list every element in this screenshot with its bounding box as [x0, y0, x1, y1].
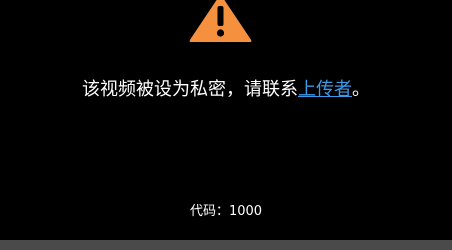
error-message: 该视频被设为私密，请联系上传者。: [0, 77, 452, 103]
error-code: 代码：1000: [0, 203, 452, 221]
error-message-text: 该视频被设为私密，请联系: [82, 79, 298, 100]
uploader-link[interactable]: 上传者: [298, 79, 352, 100]
warning-triangle-icon: [189, 0, 252, 42]
error-code-value: 1000: [228, 204, 263, 219]
error-code-label: 代码：: [189, 204, 229, 219]
video-error-overlay: 该视频被设为私密，请联系上传者。 代码：1000: [0, 0, 452, 240]
error-message-suffix: 。: [352, 79, 370, 100]
player-control-bar: [0, 240, 452, 250]
